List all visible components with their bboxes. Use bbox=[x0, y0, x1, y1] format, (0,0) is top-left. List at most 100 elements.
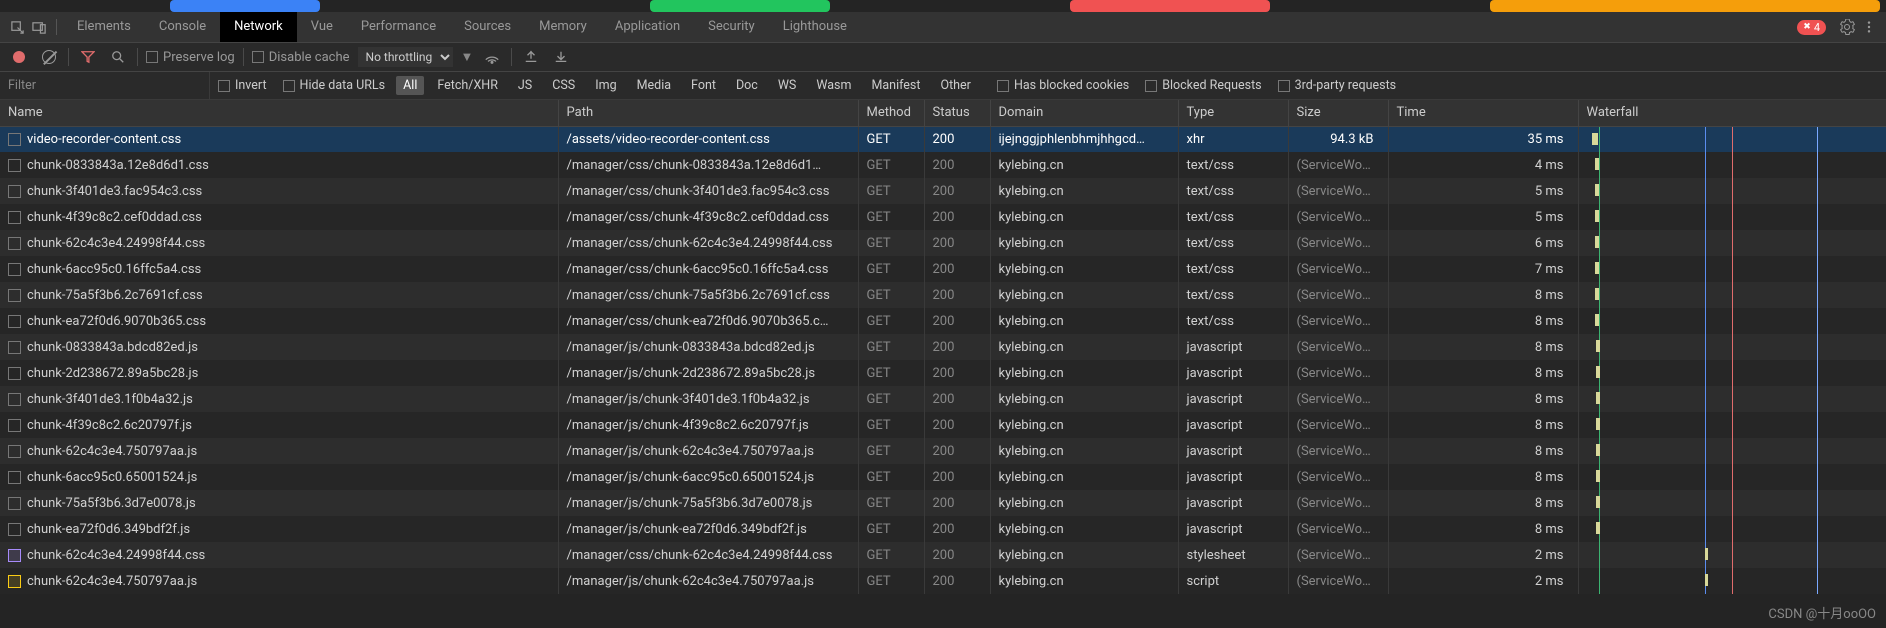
table-row[interactable]: chunk-ea72f0d6.9070b365.css/manager/css/… bbox=[0, 308, 1886, 334]
tab-performance[interactable]: Performance bbox=[347, 12, 450, 42]
record-button[interactable] bbox=[8, 46, 30, 68]
col-header-time[interactable]: Time bbox=[1388, 100, 1578, 126]
filter-type-manifest[interactable]: Manifest bbox=[864, 76, 927, 95]
request-size: (ServiceWor… bbox=[1288, 438, 1388, 464]
table-row[interactable]: chunk-4f39c8c2.cef0ddad.css/manager/css/… bbox=[0, 204, 1886, 230]
col-header-path[interactable]: Path bbox=[558, 100, 858, 126]
tab-network[interactable]: Network bbox=[220, 12, 297, 42]
table-row[interactable]: chunk-2d238672.89a5bc28.js/manager/js/ch… bbox=[0, 360, 1886, 386]
tab-sources[interactable]: Sources bbox=[450, 12, 525, 42]
request-status: 200 bbox=[924, 412, 990, 438]
table-row[interactable]: chunk-6acc95c0.16ffc5a4.css/manager/css/… bbox=[0, 256, 1886, 282]
filter-type-ws[interactable]: WS bbox=[771, 76, 804, 95]
tab-vue[interactable]: Vue bbox=[297, 12, 347, 42]
clear-button[interactable] bbox=[38, 46, 60, 68]
filter-type-all[interactable]: All bbox=[396, 76, 424, 95]
request-domain: kylebing.cn bbox=[990, 204, 1178, 230]
filter-type-img[interactable]: Img bbox=[588, 76, 623, 95]
filter-type-js[interactable]: JS bbox=[511, 76, 539, 95]
request-name: chunk-2d238672.89a5bc28.js bbox=[27, 366, 198, 381]
inspect-element-icon[interactable] bbox=[6, 16, 28, 38]
request-status: 200 bbox=[924, 542, 990, 568]
device-toolbar-icon[interactable] bbox=[28, 16, 50, 38]
table-row[interactable]: chunk-0833843a.bdcd82ed.js/manager/js/ch… bbox=[0, 334, 1886, 360]
table-row[interactable]: chunk-ea72f0d6.349bdf2f.js/manager/js/ch… bbox=[0, 516, 1886, 542]
col-header-name[interactable]: Name bbox=[0, 100, 558, 126]
filter-type-font[interactable]: Font bbox=[684, 76, 723, 95]
request-name: chunk-75a5f3b6.2c7691cf.css bbox=[27, 288, 203, 303]
filter-input[interactable]: Filter bbox=[0, 72, 210, 99]
request-method: GET bbox=[858, 204, 924, 230]
search-icon[interactable] bbox=[107, 46, 129, 68]
file-type-icon bbox=[8, 159, 21, 172]
request-name: chunk-ea72f0d6.349bdf2f.js bbox=[27, 522, 190, 537]
tab-lighthouse[interactable]: Lighthouse bbox=[769, 12, 861, 42]
table-row[interactable]: chunk-75a5f3b6.3d7e0078.js/manager/js/ch… bbox=[0, 490, 1886, 516]
disable-cache-checkbox[interactable]: Disable cache bbox=[252, 50, 350, 65]
tab-memory[interactable]: Memory bbox=[525, 12, 601, 42]
request-time: 7 ms bbox=[1388, 256, 1578, 282]
request-path: /manager/css/chunk-75a5f3b6.2c7691cf.css bbox=[558, 282, 858, 308]
filter-type-media[interactable]: Media bbox=[630, 76, 678, 95]
preserve-log-checkbox[interactable]: Preserve log bbox=[146, 50, 235, 65]
has-blocked-cookies-checkbox[interactable]: Has blocked cookies bbox=[997, 78, 1129, 93]
tab-console[interactable]: Console bbox=[145, 12, 220, 42]
table-row[interactable]: chunk-62c4c3e4.24998f44.css/manager/css/… bbox=[0, 542, 1886, 568]
table-row[interactable]: chunk-0833843a.12e8d6d1.css/manager/css/… bbox=[0, 152, 1886, 178]
hide-data-urls-checkbox[interactable]: Hide data URLs bbox=[283, 78, 386, 93]
table-row[interactable]: chunk-75a5f3b6.2c7691cf.css/manager/css/… bbox=[0, 282, 1886, 308]
filter-type-css[interactable]: CSS bbox=[545, 76, 582, 95]
file-type-icon bbox=[8, 523, 21, 536]
file-type-icon bbox=[8, 367, 21, 380]
table-row[interactable]: video-recorder-content.css/assets/video-… bbox=[0, 126, 1886, 152]
throttling-select[interactable]: No throttling bbox=[358, 47, 453, 67]
tab-elements[interactable]: Elements bbox=[63, 12, 145, 42]
decor-bar-red bbox=[1070, 0, 1270, 12]
col-header-status[interactable]: Status bbox=[924, 100, 990, 126]
filter-toggle-icon[interactable] bbox=[77, 46, 99, 68]
table-row[interactable]: chunk-3f401de3.fac954c3.css/manager/css/… bbox=[0, 178, 1886, 204]
blocked-requests-checkbox[interactable]: Blocked Requests bbox=[1145, 78, 1261, 93]
request-status: 200 bbox=[924, 438, 990, 464]
third-party-checkbox[interactable]: 3rd-party requests bbox=[1278, 78, 1396, 93]
table-row[interactable]: chunk-62c4c3e4.750797aa.js/manager/js/ch… bbox=[0, 568, 1886, 594]
col-header-size[interactable]: Size bbox=[1288, 100, 1388, 126]
filter-type-fetchxhr[interactable]: Fetch/XHR bbox=[430, 76, 505, 95]
request-method: GET bbox=[858, 308, 924, 334]
col-header-method[interactable]: Method bbox=[858, 100, 924, 126]
import-har-icon[interactable] bbox=[520, 46, 542, 68]
file-type-icon bbox=[8, 211, 21, 224]
table-row[interactable]: chunk-6acc95c0.65001524.js/manager/js/ch… bbox=[0, 464, 1886, 490]
tab-application[interactable]: Application bbox=[601, 12, 694, 42]
invert-checkbox[interactable]: Invert bbox=[218, 78, 267, 93]
more-menu-icon[interactable] bbox=[1858, 16, 1880, 38]
request-type: text/css bbox=[1178, 282, 1288, 308]
col-header-domain[interactable]: Domain bbox=[990, 100, 1178, 126]
request-status: 200 bbox=[924, 568, 990, 594]
col-header-waterfall[interactable]: Waterfall bbox=[1578, 100, 1886, 126]
table-row[interactable]: chunk-3f401de3.1f0b4a32.js/manager/js/ch… bbox=[0, 386, 1886, 412]
request-method: GET bbox=[858, 334, 924, 360]
export-har-icon[interactable] bbox=[550, 46, 572, 68]
network-conditions-icon[interactable] bbox=[481, 46, 503, 68]
filter-type-other[interactable]: Other bbox=[933, 76, 977, 95]
request-size: (ServiceWor… bbox=[1288, 334, 1388, 360]
request-time: 8 ms bbox=[1388, 360, 1578, 386]
error-count-badge[interactable]: 4 bbox=[1797, 20, 1826, 35]
request-path: /manager/css/chunk-6acc95c0.16ffc5a4.css bbox=[558, 256, 858, 282]
request-type: javascript bbox=[1178, 334, 1288, 360]
filter-type-doc[interactable]: Doc bbox=[729, 76, 765, 95]
request-type: text/css bbox=[1178, 230, 1288, 256]
table-row[interactable]: chunk-4f39c8c2.6c20797f.js/manager/js/ch… bbox=[0, 412, 1886, 438]
request-name: chunk-0833843a.bdcd82ed.js bbox=[27, 340, 198, 355]
request-type: javascript bbox=[1178, 360, 1288, 386]
request-name: chunk-75a5f3b6.3d7e0078.js bbox=[27, 496, 196, 511]
col-header-type[interactable]: Type bbox=[1178, 100, 1288, 126]
settings-gear-icon[interactable] bbox=[1836, 16, 1858, 38]
request-path: /manager/js/chunk-3f401de3.1f0b4a32.js bbox=[558, 386, 858, 412]
filter-type-wasm[interactable]: Wasm bbox=[809, 76, 858, 95]
table-row[interactable]: chunk-62c4c3e4.24998f44.css/manager/css/… bbox=[0, 230, 1886, 256]
request-name: video-recorder-content.css bbox=[27, 132, 181, 147]
table-row[interactable]: chunk-62c4c3e4.750797aa.js/manager/js/ch… bbox=[0, 438, 1886, 464]
tab-security[interactable]: Security bbox=[694, 12, 769, 42]
